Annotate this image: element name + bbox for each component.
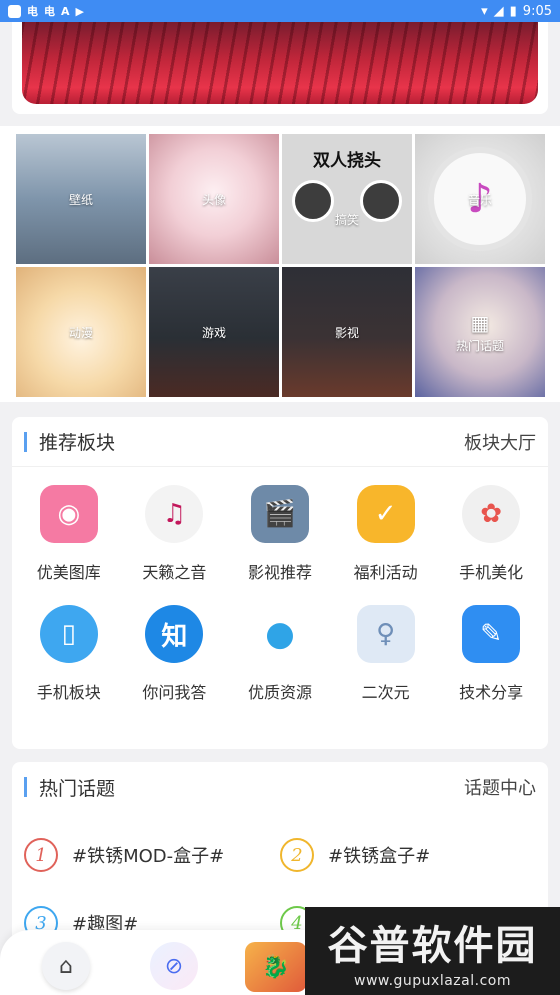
board-label: 你问我答 (142, 683, 207, 702)
board-resources[interactable]: ● 优质资源 (227, 605, 333, 703)
basketball-icon: ● (250, 605, 309, 663)
board-label: 手机美化 (459, 563, 524, 582)
category-label: 游戏 (201, 325, 226, 340)
board-phone[interactable]: ▯ 手机板块 (16, 605, 122, 703)
board-acg[interactable]: ♀ 二次元 (333, 605, 439, 703)
recommend-title: 推荐板块 (39, 432, 116, 454)
gift-icon: ✓ (356, 485, 415, 543)
watermark-url: www.gupuxlazal.com (354, 973, 511, 989)
banner-image[interactable] (22, 22, 538, 104)
section-accent-bar (24, 777, 27, 797)
home-icon[interactable]: ⌂ (42, 942, 90, 990)
category-label: 动漫 (68, 325, 93, 340)
board-label: 影视推荐 (247, 563, 312, 582)
category-label: 搞笑 (334, 212, 359, 227)
flower-icon: ✿ (462, 485, 521, 543)
board-movies[interactable]: 🎬 影视推荐 (227, 485, 333, 583)
anime-icon: ♀ (356, 605, 415, 663)
category-tile-anime[interactable]: 动漫 (16, 267, 146, 397)
board-label: 二次元 (361, 683, 410, 702)
category-tile-music[interactable]: ♪ 音乐 (415, 134, 545, 264)
meme-face-icon (360, 180, 402, 222)
hot-topics-title: 热门话题 (39, 777, 116, 800)
board-beautify[interactable]: ✿ 手机美化 (438, 485, 544, 583)
notification-square-icon (8, 4, 21, 18)
category-label: 壁纸 (68, 192, 93, 207)
notification-glyph: 电 (27, 5, 38, 18)
board-music[interactable]: ♫ 天籁之音 (122, 485, 228, 583)
board-label: 优质资源 (247, 683, 312, 702)
signal-icon: ◢ (493, 3, 504, 19)
music-note-icon: ♫ (145, 485, 204, 543)
compass-icon[interactable]: ⊘ (150, 942, 198, 990)
watermark: 谷普软件园 www.gupuxlazal.com (305, 907, 560, 995)
wrench-icon: ✎ (462, 605, 521, 663)
topic-rank-badge: 1 (24, 838, 58, 872)
category-label: 音乐 (467, 192, 492, 207)
topic-item[interactable]: 1 #铁锈MOD-盒子# (24, 838, 280, 872)
wifi-icon: ▾ (481, 3, 488, 19)
phone-icon: ▯ (39, 605, 98, 663)
category-tile-movie[interactable]: 影视 (282, 267, 412, 397)
category-tile-hot-topics[interactable]: ▦ 热门话题 (415, 267, 545, 397)
recommend-card: 推荐板块 板块大厅 ◉ 优美图库 ♫ 天籁之音 🎬 影视推荐 ✓ 福利活动 ✿ … (12, 417, 548, 749)
clock: 9:05 (522, 3, 552, 19)
dragon-icon[interactable]: 🐉 (245, 942, 307, 992)
board-label: 福利活动 (353, 563, 418, 582)
category-label: 影视 (334, 325, 359, 340)
banner-card (12, 22, 548, 114)
camera-icon: ◉ (39, 485, 98, 543)
board-welfare[interactable]: ✓ 福利活动 (333, 485, 439, 583)
topic-text: #铁锈盒子# (328, 846, 431, 867)
category-tile-wallpaper[interactable]: 壁纸 (16, 134, 146, 264)
topic-row: 1 #铁锈MOD-盒子# 2 #铁锈盒子# (24, 838, 536, 872)
topic-text: #铁锈MOD-盒子# (72, 846, 225, 867)
board-label: 技术分享 (459, 683, 524, 702)
status-bar: 电 电 A ▶ ▾ ◢ ▮ 9:05 (0, 0, 560, 22)
category-tile-funny[interactable]: 双人挠头 搞笑 (282, 134, 412, 264)
notification-a-icon: A (61, 4, 70, 18)
recommend-grid: ◉ 优美图库 ♫ 天籁之音 🎬 影视推荐 ✓ 福利活动 ✿ 手机美化 ▯ 手机板… (16, 485, 544, 703)
board-hall-link[interactable]: 板块大厅 (464, 429, 536, 455)
topic-rank-badge: 2 (280, 838, 314, 872)
category-label: 头像 (201, 192, 226, 207)
board-label: 优美图库 (36, 563, 101, 582)
notification-glyph: 电 (44, 5, 55, 18)
board-qa[interactable]: 知 你问我答 (122, 605, 228, 703)
category-tile-avatar[interactable]: 头像 (149, 134, 279, 264)
board-tech[interactable]: ✎ 技术分享 (438, 605, 544, 703)
section-accent-bar (24, 431, 27, 452)
meme-caption: 双人挠头 (313, 151, 381, 171)
category-grid: 壁纸 头像 双人挠头 搞笑 ♪ 音乐 动漫 游戏 影视 ▦ 热门话题 (0, 126, 560, 402)
zhihu-icon: 知 (145, 605, 204, 663)
meme-face-icon (292, 180, 334, 222)
topic-center-link[interactable]: 话题中心 (464, 774, 536, 800)
qr-code-icon: ▦ (470, 310, 490, 335)
category-tile-game[interactable]: 游戏 (149, 267, 279, 397)
notification-play-icon: ▶ (75, 4, 84, 18)
board-label: 天籁之音 (142, 563, 207, 582)
battery-icon: ▮ (509, 3, 517, 19)
clapperboard-icon: 🎬 (250, 485, 309, 543)
topic-item[interactable]: 2 #铁锈盒子# (280, 838, 536, 872)
category-label: 热门话题 (455, 338, 504, 353)
watermark-brand: 谷普软件园 (327, 923, 538, 969)
board-gallery[interactable]: ◉ 优美图库 (16, 485, 122, 583)
board-label: 手机板块 (36, 683, 101, 702)
